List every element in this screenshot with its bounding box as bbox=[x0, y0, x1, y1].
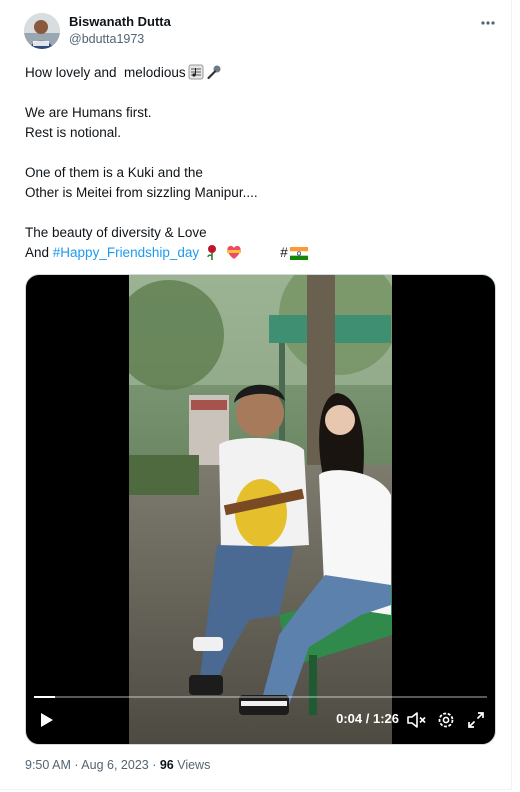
avatar[interactable] bbox=[24, 13, 60, 49]
rose-icon bbox=[205, 244, 219, 266]
microphone-icon bbox=[206, 64, 222, 86]
video-controls: 0:04 / 1:26 bbox=[26, 696, 495, 744]
progress-bar[interactable] bbox=[34, 696, 487, 698]
hashtag-link[interactable]: #Happy_Friendship_day bbox=[53, 245, 199, 260]
meta-separator: · bbox=[148, 758, 160, 772]
tweet-line: One of them is a Kuki and the bbox=[25, 165, 203, 180]
post-time[interactable]: 9:50 AM bbox=[25, 758, 71, 772]
tweet-line: How lovely and melodious bbox=[25, 63, 495, 83]
progress-fill bbox=[34, 696, 56, 698]
author-handle[interactable]: @bdutta1973 bbox=[69, 32, 144, 46]
music-score-icon bbox=[188, 64, 204, 86]
video-player[interactable]: 0:04 / 1:26 bbox=[25, 274, 496, 745]
views-label: Views bbox=[173, 758, 211, 772]
settings-button[interactable] bbox=[435, 709, 457, 731]
heart-ribbon-icon bbox=[225, 244, 243, 266]
author-name[interactable]: Biswanath Dutta bbox=[69, 14, 171, 29]
video-frame[interactable] bbox=[129, 275, 392, 744]
tweet-line: We are Humans first. bbox=[25, 105, 152, 120]
tweet-line: And #Happy_Friendship_day # bbox=[25, 243, 495, 263]
mute-icon bbox=[407, 712, 426, 728]
mute-button[interactable] bbox=[405, 709, 427, 731]
tweet-line: Rest is notional. bbox=[25, 125, 122, 140]
more-icon bbox=[481, 21, 495, 25]
video-time: 0:04 / 1:26 bbox=[336, 711, 399, 726]
tweet-text: How lovely and melodious We are Humans f… bbox=[25, 63, 495, 263]
tweet-line: The beauty of diversity & Love bbox=[25, 225, 207, 240]
more-button[interactable] bbox=[474, 12, 502, 34]
post-date[interactable]: Aug 6, 2023 bbox=[81, 758, 148, 772]
settings-icon bbox=[438, 712, 454, 728]
tweet-line: Other is Meitei from sizzling Manipur...… bbox=[25, 185, 258, 200]
play-icon bbox=[41, 713, 53, 727]
meta-separator: · bbox=[70, 758, 82, 772]
tweet-card: Biswanath Dutta @bdutta1973 How lovely a… bbox=[0, 0, 512, 790]
fullscreen-icon bbox=[468, 712, 484, 728]
india-flag-icon bbox=[289, 246, 308, 266]
tweet-meta: 9:50 AM · Aug 6, 2023 · 96 Views bbox=[25, 758, 210, 772]
play-button[interactable] bbox=[36, 710, 56, 730]
views-count: 96 bbox=[159, 758, 174, 772]
fullscreen-button[interactable] bbox=[465, 709, 487, 731]
